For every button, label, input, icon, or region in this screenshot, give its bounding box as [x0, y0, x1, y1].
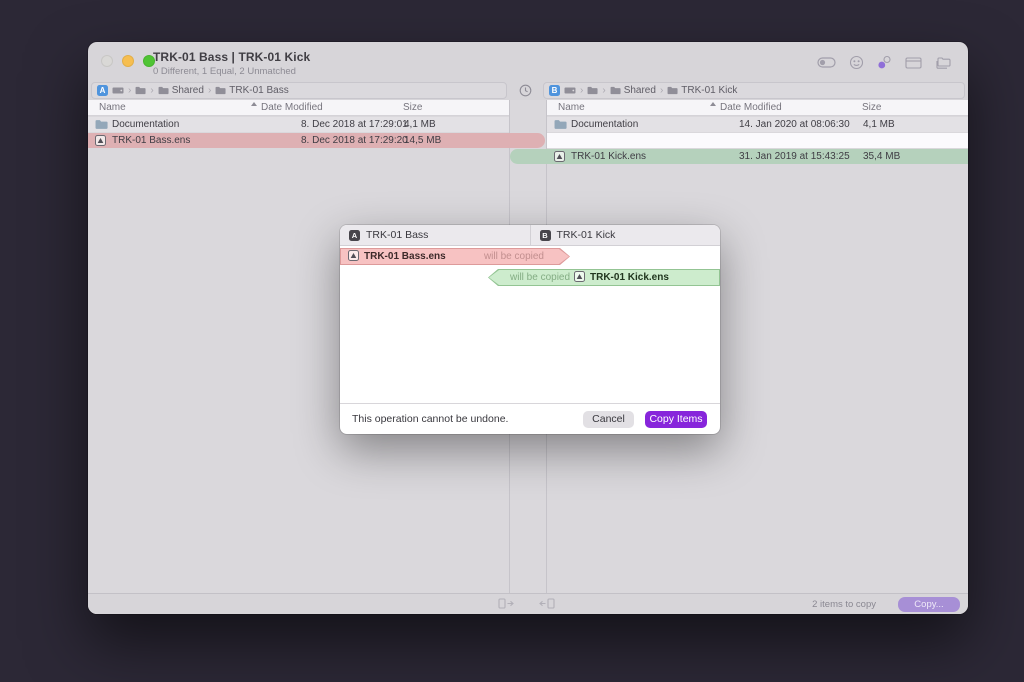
- folder-icon: [158, 86, 169, 95]
- breadcrumb-shared[interactable]: Shared: [158, 85, 204, 96]
- breadcrumb-label: Shared: [172, 85, 204, 96]
- file-date: 14. Jan 2020 at 08:06:30: [739, 119, 850, 130]
- pane-b-badge: B: [549, 85, 560, 96]
- file-row[interactable]: Documentation 8. Dec 2018 at 17:29:01 4,…: [88, 117, 509, 132]
- column-header-row: Name Date Modified Size: [88, 100, 509, 116]
- copy-confirmation-dialog: A TRK-01 Bass B TRK-01 Kick TRK-01 Bass.…: [340, 225, 720, 434]
- file-name: Documentation: [571, 119, 638, 130]
- dialog-footer: This operation cannot be undone. Cancel …: [340, 403, 720, 434]
- toolbar: [817, 55, 952, 70]
- folder-icon: [587, 86, 598, 95]
- link-icon[interactable]: [877, 55, 892, 70]
- folder-icon: [135, 86, 146, 95]
- file-date: 8. Dec 2018 at 17:29:01: [301, 119, 408, 130]
- column-header-date[interactable]: Date Modified: [261, 102, 323, 113]
- breadcrumb-drive[interactable]: [112, 86, 124, 95]
- copy-item-name: TRK-01 Kick.ens: [590, 272, 669, 283]
- empty-row: [547, 133, 968, 148]
- folder-icon: [215, 86, 226, 95]
- history-icon[interactable]: [519, 84, 532, 97]
- chevron-icon: ›: [580, 86, 583, 96]
- file-size: 35,4 MB: [863, 151, 900, 162]
- window-title: TRK-01 Bass | TRK-01 Kick: [153, 50, 310, 64]
- folders-icon[interactable]: [935, 56, 952, 70]
- breadcrumb-label: TRK-01 Kick: [681, 85, 737, 96]
- column-header-name[interactable]: Name: [558, 102, 585, 113]
- chevron-icon: ›: [208, 86, 211, 96]
- file-size: 4,1 MB: [863, 119, 895, 130]
- cancel-button[interactable]: Cancel: [583, 411, 634, 428]
- close-window-button[interactable]: [101, 55, 113, 67]
- minimize-window-button[interactable]: [122, 55, 134, 67]
- pane-a-badge: A: [349, 230, 360, 241]
- drive-icon: [564, 86, 576, 95]
- column-header-size[interactable]: Size: [403, 102, 422, 113]
- breadcrumb-label: Shared: [624, 85, 656, 96]
- file-name: Documentation: [112, 119, 179, 130]
- warning-text: This operation cannot be undone.: [352, 413, 508, 425]
- copy-button[interactable]: Copy...: [898, 597, 960, 612]
- breadcrumb-root-folder[interactable]: [135, 86, 146, 95]
- folder-icon: [95, 119, 108, 130]
- breadcrumb-current-folder[interactable]: TRK-01 Kick: [667, 85, 737, 96]
- title-block: TRK-01 Bass | TRK-01 Kick 0 Different, 1…: [153, 50, 310, 77]
- dialog-header-label: TRK-01 Bass: [366, 229, 428, 241]
- column-header-row: Name Date Modified Size: [547, 100, 968, 116]
- breadcrumb-drive[interactable]: [564, 86, 576, 95]
- sort-ascending-icon: [710, 102, 716, 106]
- breadcrumb-current-folder[interactable]: TRK-01 Bass: [215, 85, 288, 96]
- drive-icon: [112, 86, 124, 95]
- chevron-icon: ›: [660, 86, 663, 96]
- file-size: 4,1 MB: [404, 119, 436, 130]
- dialog-header-pane-b: B TRK-01 Kick: [531, 225, 721, 245]
- breadcrumb-pane-b: B › › Shared › TRK-01 Kick: [543, 82, 965, 99]
- copy-right-to-left-icon[interactable]: [538, 598, 555, 610]
- folder-icon: [610, 86, 621, 95]
- sort-ascending-icon: [251, 102, 257, 106]
- titlebar: TRK-01 Bass | TRK-01 Kick 0 Different, 1…: [88, 42, 968, 82]
- breadcrumb-shared[interactable]: Shared: [610, 85, 656, 96]
- ens-file-icon: [348, 250, 359, 261]
- statusbar: 2 items to copy Copy...: [88, 593, 968, 614]
- file-date: 8. Dec 2018 at 17:29:20: [301, 135, 408, 146]
- dialog-header-pane-a: A TRK-01 Bass: [340, 225, 531, 245]
- items-to-copy-label: 2 items to copy: [812, 599, 876, 610]
- breadcrumb-pane-a: A › › Shared › TRK-01 Bass: [91, 82, 507, 99]
- file-date: 31. Jan 2019 at 15:43:25: [739, 151, 850, 162]
- chevron-icon: ›: [602, 86, 605, 96]
- column-header-date[interactable]: Date Modified: [720, 102, 782, 113]
- copy-item-note: will be copied: [510, 272, 570, 283]
- window-icon[interactable]: [905, 57, 922, 69]
- filter-icon[interactable]: [849, 55, 864, 70]
- copy-left-to-right-icon[interactable]: [498, 598, 515, 610]
- file-row-unmatched[interactable]: TRK-01 Kick.ens 31. Jan 2019 at 15:43:25…: [510, 149, 968, 164]
- column-header-size[interactable]: Size: [862, 102, 881, 113]
- breadcrumb-root-folder[interactable]: [587, 86, 598, 95]
- pane-a-badge: A: [97, 85, 108, 96]
- ens-file-icon: [574, 271, 585, 282]
- copy-item-row-right[interactable]: TRK-01 Bass.ens will be copied: [340, 248, 570, 265]
- ens-file-icon: [95, 135, 106, 146]
- folder-icon: [554, 119, 567, 130]
- chevron-icon: ›: [128, 86, 131, 96]
- breadcrumb-label: TRK-01 Bass: [229, 85, 288, 96]
- ens-file-icon: [554, 151, 565, 162]
- file-size: 14,5 MB: [404, 135, 441, 146]
- file-name: TRK-01 Bass.ens: [112, 135, 190, 146]
- folder-icon: [667, 86, 678, 95]
- column-header-name[interactable]: Name: [99, 102, 126, 113]
- copy-item-note: will be copied: [484, 251, 544, 262]
- dialog-header-label: TRK-01 Kick: [557, 229, 616, 241]
- copy-item-row-left[interactable]: will be copied TRK-01 Kick.ens: [488, 269, 720, 286]
- pane-b-badge: B: [540, 230, 551, 241]
- file-row-unmatched[interactable]: TRK-01 Bass.ens 8. Dec 2018 at 17:29:20 …: [88, 133, 545, 148]
- copy-item-name: TRK-01 Bass.ens: [364, 251, 446, 262]
- dialog-header: A TRK-01 Bass B TRK-01 Kick: [340, 225, 720, 246]
- chevron-icon: ›: [150, 86, 153, 96]
- toggle-icon[interactable]: [817, 57, 836, 68]
- file-row[interactable]: Documentation 14. Jan 2020 at 08:06:30 4…: [547, 117, 968, 132]
- comparison-summary: 0 Different, 1 Equal, 2 Unmatched: [153, 66, 310, 77]
- file-name: TRK-01 Kick.ens: [571, 151, 646, 162]
- copy-items-button[interactable]: Copy Items: [645, 411, 707, 428]
